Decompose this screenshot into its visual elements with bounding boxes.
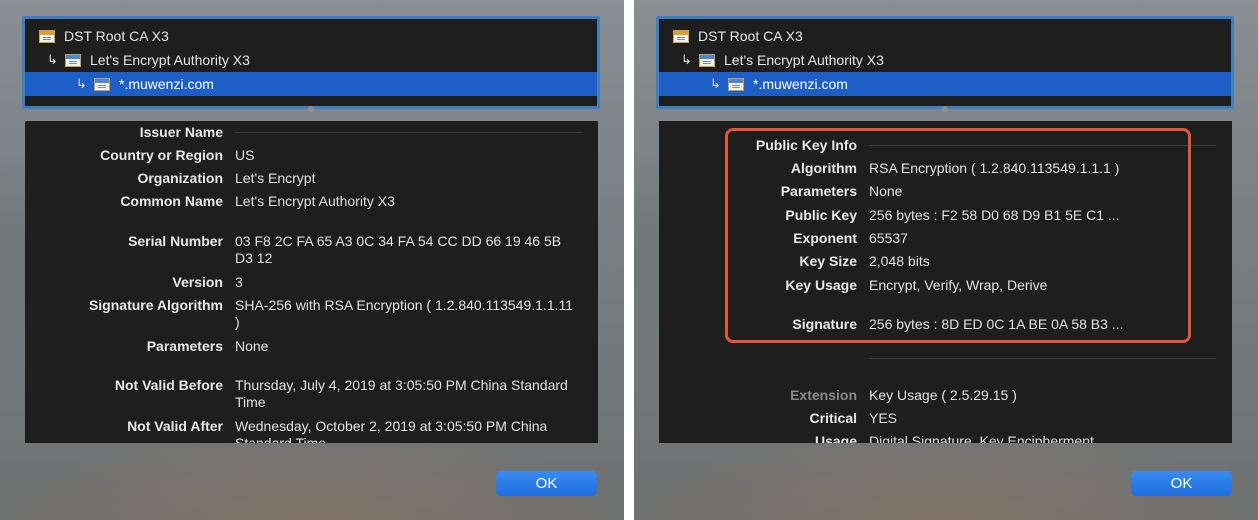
detail-value: Let's Encrypt Authority X3	[235, 193, 395, 209]
certificate-chain-tree[interactable]: DST Root CA X3 ↳ Let's Encrypt Authority…	[22, 16, 600, 112]
tree-item-leaf[interactable]: ↳ *.muwenzi.com	[659, 72, 1231, 96]
detail-label: Organization	[137, 170, 223, 186]
tree-item-label: Let's Encrypt Authority X3	[90, 52, 250, 68]
tree-item-label: Let's Encrypt Authority X3	[724, 52, 884, 68]
detail-label: Country or Region	[100, 147, 223, 163]
detail-label: Issuer Name	[139, 124, 223, 140]
left-certificate-window: DST Root CA X3 ↳ Let's Encrypt Authority…	[0, 0, 624, 520]
certificate-details[interactable]: Issuer Name Country or Region US Organiz…	[25, 121, 598, 443]
detail-label: Version	[172, 274, 223, 290]
tree-item-intermediate[interactable]: ↳ Let's Encrypt Authority X3	[659, 48, 1231, 72]
detail-value: Let's Encrypt	[235, 170, 316, 186]
detail-value: Key Usage ( 2.5.29.15 )	[869, 387, 1017, 403]
tree-item-label: DST Root CA X3	[698, 28, 803, 44]
split-handle[interactable]	[308, 106, 314, 112]
detail-label: Extension	[790, 387, 857, 403]
certificate-icon	[94, 77, 110, 91]
section-divider	[235, 132, 582, 133]
detail-label: Serial Number	[128, 233, 223, 249]
detail-value: None	[235, 338, 269, 354]
certificate-chain-tree[interactable]: DST Root CA X3 ↳ Let's Encrypt Authority…	[656, 16, 1234, 112]
detail-label: Usage	[814, 433, 857, 443]
detail-label: Critical	[809, 410, 857, 426]
detail-value: SHA-256 with RSA Encryption ( 1.2.840.11…	[235, 297, 574, 330]
certificate-icon	[65, 53, 81, 67]
child-arrow-icon: ↳	[76, 76, 87, 91]
certificate-icon	[699, 53, 715, 67]
tree-item-label: DST Root CA X3	[64, 28, 169, 44]
detail-value: 3	[235, 274, 243, 290]
detail-value: Digital Signature, Key Encipherment	[869, 433, 1094, 443]
certificate-icon	[39, 29, 55, 43]
detail-label: Parameters	[146, 338, 223, 354]
detail-label: Not Valid After	[127, 418, 223, 434]
section-divider	[869, 358, 1216, 359]
certificate-icon	[728, 77, 744, 91]
detail-label: Signature Algorithm	[88, 297, 223, 313]
tree-item-leaf[interactable]: ↳ *.muwenzi.com	[25, 72, 597, 96]
right-certificate-window: DST Root CA X3 ↳ Let's Encrypt Authority…	[634, 0, 1258, 520]
ok-button[interactable]: OK	[1131, 471, 1232, 496]
detail-label: Not Valid Before	[114, 377, 223, 393]
tree-item-label: *.muwenzi.com	[753, 76, 848, 92]
certificate-icon	[673, 29, 689, 43]
split-handle[interactable]	[942, 106, 948, 112]
ok-button[interactable]: OK	[496, 471, 597, 496]
detail-value: US	[235, 147, 255, 163]
detail-value: Wednesday, October 2, 2019 at 3:05:50 PM…	[235, 418, 548, 443]
detail-value: Thursday, July 4, 2019 at 3:05:50 PM Chi…	[235, 377, 568, 410]
tree-item-root[interactable]: DST Root CA X3	[25, 24, 597, 48]
detail-label: Common Name	[120, 193, 223, 209]
tree-item-intermediate[interactable]: ↳ Let's Encrypt Authority X3	[25, 48, 597, 72]
annotation-highlight-box	[725, 128, 1191, 343]
child-arrow-icon: ↳	[710, 76, 721, 91]
tree-item-root[interactable]: DST Root CA X3	[659, 24, 1231, 48]
image-divider	[624, 0, 634, 520]
tree-item-label: *.muwenzi.com	[119, 76, 214, 92]
detail-value: 03 F8 2C FA 65 A3 0C 34 FA 54 CC DD 66 1…	[235, 233, 562, 266]
child-arrow-icon: ↳	[47, 52, 58, 67]
detail-value: YES	[869, 410, 898, 426]
child-arrow-icon: ↳	[681, 52, 692, 67]
